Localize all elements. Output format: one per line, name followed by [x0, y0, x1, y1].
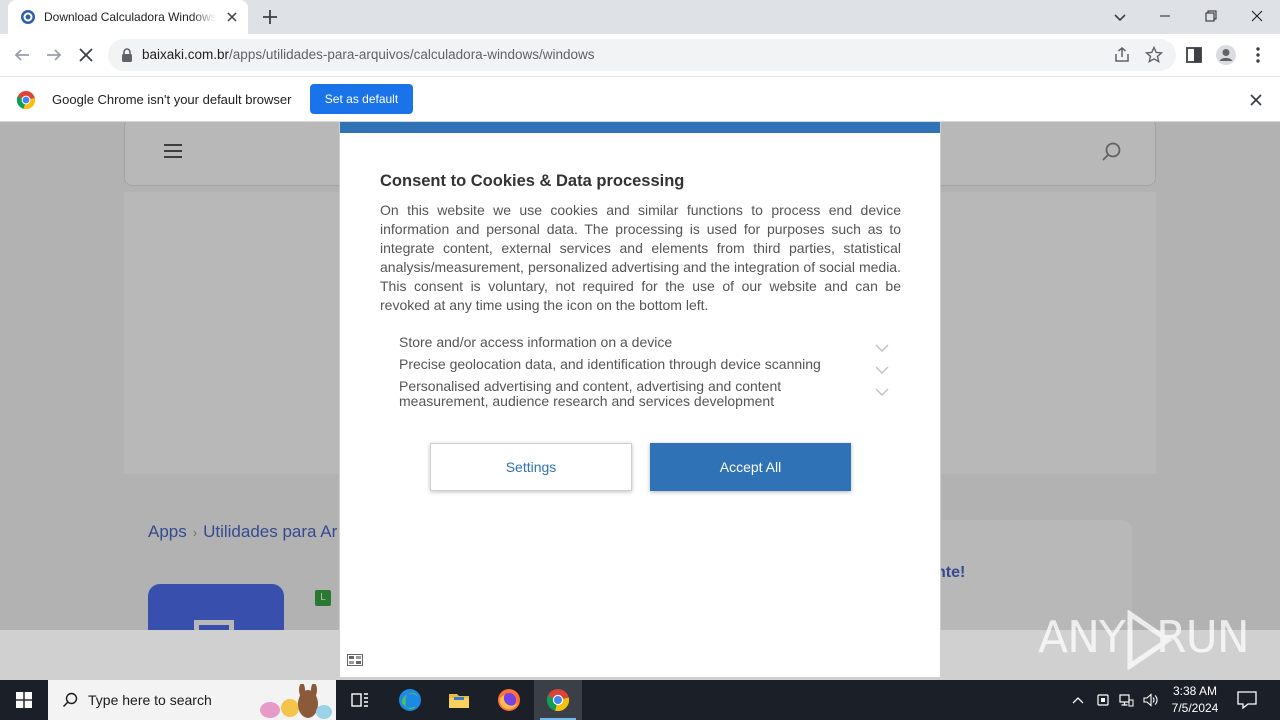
clock-date: 7/5/2024 [1171, 701, 1219, 715]
url-path: /apps/utilidades-para-arquivos/calculado… [229, 47, 595, 62]
search-icon [62, 692, 78, 708]
start-button[interactable] [0, 680, 48, 720]
taskbar-file-explorer[interactable] [435, 680, 483, 720]
purpose-label: Personalised advertising and content, ad… [399, 378, 782, 409]
cookie-consent-dialog: Consent to Cookies & Data processing On … [339, 122, 941, 677]
taskbar-clock[interactable]: 3:38 AM 7/5/2024 [1166, 683, 1224, 717]
dialog-top-bar [340, 122, 940, 133]
taskbar-chrome[interactable] [534, 680, 582, 720]
accept-all-button[interactable]: Accept All [650, 443, 851, 491]
tray-device-icon[interactable] [1095, 692, 1111, 708]
windows-logo-icon [16, 692, 32, 708]
taskbar-firefox[interactable] [485, 680, 533, 720]
windows-taskbar: Type here to search 3:38 AM 7/5/2024 [0, 680, 1280, 720]
chrome-logo-icon [16, 91, 36, 110]
chevron-down-icon[interactable] [875, 366, 889, 375]
close-window-icon [1251, 10, 1263, 22]
purpose-item-advertising[interactable]: Personalised advertising and content, ad… [399, 379, 889, 409]
tab-search-chevron-icon[interactable] [1108, 5, 1132, 29]
infobar-message: Google Chrome isn't your default browser [52, 92, 292, 107]
purpose-item-geolocation[interactable]: Precise geolocation data, and identifica… [399, 356, 889, 375]
side-panel-icon[interactable] [1182, 43, 1206, 67]
default-browser-infobar: Google Chrome isn't your default browser… [0, 76, 1280, 122]
chevron-down-icon[interactable] [875, 388, 889, 397]
close-window-button[interactable] [1234, 0, 1280, 32]
taskbar-search-box[interactable]: Type here to search [48, 680, 336, 720]
tab-close-icon[interactable] [224, 9, 240, 25]
purpose-label: Store and/or access information on a dev… [399, 334, 673, 350]
minimize-button[interactable] [1142, 0, 1188, 32]
consent-title: Consent to Cookies & Data processing [380, 172, 685, 190]
chevron-down-icon[interactable] [875, 344, 889, 353]
set-as-default-button[interactable]: Set as default [310, 84, 413, 114]
edge-icon [399, 689, 421, 711]
watermark-right-text: RUN [1156, 612, 1250, 663]
profile-avatar-icon[interactable] [1214, 43, 1238, 67]
taskbar-edge[interactable] [386, 680, 434, 720]
browser-tab[interactable]: Download Calculadora Windows [8, 0, 248, 34]
share-icon[interactable] [1112, 45, 1132, 65]
consent-body-text: On this website we use cookies and simil… [380, 202, 901, 313]
address-bar[interactable]: baixaki.com.br/apps/utilidades-para-arqu… [108, 39, 1176, 71]
tab-strip: Download Calculadora Windows [0, 0, 1280, 34]
task-view-button[interactable] [336, 680, 384, 720]
clock-time: 3:38 AM [1172, 684, 1218, 698]
restore-icon [1205, 10, 1217, 22]
tab-title: Download Calculadora Windows [44, 10, 216, 24]
restore-button[interactable] [1188, 0, 1234, 32]
folder-icon [449, 694, 469, 708]
browser-toolbar: baixaki.com.br/apps/utilidades-para-arqu… [0, 34, 1280, 76]
notification-center-icon[interactable] [1236, 690, 1258, 710]
url-domain: baixaki.com.br [142, 47, 230, 62]
infobar-close-icon[interactable] [1248, 92, 1264, 108]
purpose-label: Precise geolocation data, and identifica… [399, 356, 821, 372]
watermark-left-text: ANY [1038, 612, 1126, 663]
minimize-icon [1160, 15, 1170, 17]
forward-arrow-icon[interactable] [42, 43, 66, 67]
purpose-item-storage[interactable]: Store and/or access information on a dev… [399, 334, 889, 353]
new-tab-plus-icon[interactable] [258, 5, 282, 29]
task-view-icon [351, 693, 368, 707]
chrome-menu-kebab-icon[interactable] [1246, 43, 1270, 67]
url-text: baixaki.com.br/apps/utilidades-para-arqu… [142, 47, 594, 62]
site-favicon-icon [21, 10, 35, 24]
back-arrow-icon[interactable] [10, 43, 34, 67]
taskbar-search-placeholder: Type here to search [88, 692, 212, 708]
volume-icon[interactable] [1142, 692, 1158, 708]
anyrun-watermark: ANY RUN [1038, 610, 1250, 670]
settings-button[interactable]: Settings [430, 443, 632, 491]
lock-icon[interactable] [120, 47, 134, 63]
firefox-icon [498, 689, 520, 711]
chrome-icon [546, 689, 570, 712]
bookmark-star-icon[interactable] [1144, 45, 1164, 65]
tray-chevron-up-icon[interactable] [1070, 692, 1086, 708]
stop-loading-icon[interactable] [74, 43, 98, 67]
consent-privacy-icon[interactable] [347, 654, 363, 666]
easter-eggs-search-highlight-icon [260, 684, 332, 719]
network-icon[interactable] [1118, 692, 1134, 708]
